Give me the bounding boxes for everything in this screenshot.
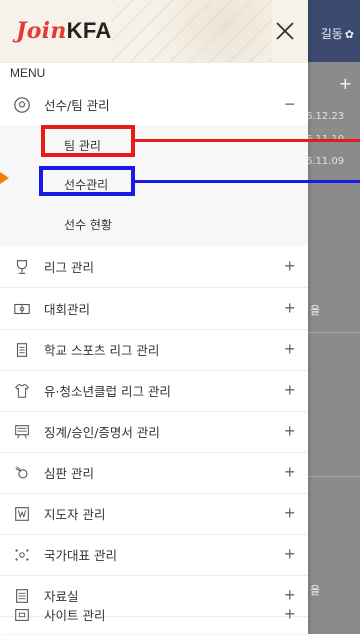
background-text: 을 [310, 304, 321, 317]
pitch-icon [12, 299, 32, 319]
menu-item-school-league[interactable]: 학교 스포츠 리그 관리 + [0, 329, 308, 371]
divider [308, 332, 360, 333]
menu-item-label: 심판 관리 [44, 466, 94, 481]
expand-icon[interactable]: + [284, 462, 295, 483]
expand-icon[interactable]: + [284, 503, 295, 524]
site-icon [12, 605, 32, 625]
menu-heading: MENU [10, 66, 46, 80]
trophy-icon [12, 257, 32, 277]
expand-icon[interactable]: + [284, 298, 295, 319]
plus-icon: + [338, 74, 352, 93]
whistle-icon [12, 463, 32, 483]
national-team-icon [12, 545, 32, 565]
board-icon [12, 422, 32, 442]
expand-icon[interactable]: + [284, 339, 295, 360]
red-connector-line [135, 139, 360, 142]
expand-icon[interactable]: + [284, 544, 295, 565]
team-management-highlight [41, 125, 135, 157]
side-drawer: JoinKFA MENU 선수/팀 관리 − 팀 관리 선수관리 선수 현황 리… [0, 0, 308, 634]
background-app: 길동✿ + 6.12.23 6.11.10 6.11.09 을 을 [306, 0, 360, 634]
background-date: 6.12.23 [306, 111, 345, 122]
background-text: 을 [310, 584, 321, 597]
expand-icon[interactable]: + [284, 256, 295, 277]
blue-connector-line [135, 180, 360, 183]
pointer-arrow-icon [0, 172, 9, 184]
expand-icon[interactable]: + [284, 380, 295, 401]
menu-item-national-team[interactable]: 국가대표 관리 + [0, 534, 308, 576]
menu-item-label: 선수/팀 관리 [44, 98, 110, 113]
menu-item-label: 징계/승인/증명서 관리 [44, 425, 160, 440]
menu-item-label: 지도자 관리 [44, 507, 106, 522]
background-date: 6.11.09 [306, 156, 345, 167]
background-user: 길동 ✿ [320, 27, 354, 41]
menu-item-competition[interactable]: 대회관리 + [0, 288, 308, 330]
jersey-icon [12, 381, 32, 401]
menu-item-label: 대회관리 [44, 302, 91, 317]
divider [308, 476, 360, 477]
menu-item-youth-club-league[interactable]: 유·청소년클럽 리그 관리 + [0, 370, 308, 412]
background-header: 길동 ✿ [308, 0, 360, 62]
school-icon [12, 340, 32, 360]
expand-icon[interactable]: + [284, 604, 295, 625]
joinkfa-logo[interactable]: JoinKFA [16, 18, 112, 44]
menu-item-discipline[interactable]: 징계/승인/증명서 관리 + [0, 411, 308, 453]
menu-item-label: 학교 스포츠 리그 관리 [44, 343, 160, 358]
header-pattern [112, 0, 272, 62]
expand-icon[interactable]: + [284, 421, 295, 442]
coach-icon [12, 504, 32, 524]
player-management-highlight [39, 166, 135, 196]
soccer-ball-icon [12, 95, 32, 115]
collapse-icon[interactable]: − [284, 94, 295, 115]
logo-join-text: Join [16, 18, 67, 44]
gear-icon: ✿ [344, 28, 354, 41]
menu-item-site[interactable]: 사이트 관리 + [0, 594, 308, 635]
close-icon[interactable] [274, 20, 296, 42]
menu-item-referee[interactable]: 심판 관리 + [0, 452, 308, 494]
menu-item-player-team[interactable]: 선수/팀 관리 − [0, 84, 308, 126]
submenu-item-player-status[interactable]: 선수 현황 [64, 216, 112, 233]
drawer-header: JoinKFA [0, 0, 308, 63]
menu-item-league[interactable]: 리그 관리 + [0, 246, 308, 288]
menu-item-label: 국가대표 관리 [44, 548, 117, 563]
background-body: + 6.12.23 6.11.10 6.11.09 을 을 [306, 62, 360, 634]
menu-item-label: 사이트 관리 [44, 608, 106, 623]
menu-item-coach[interactable]: 지도자 관리 + [0, 493, 308, 535]
menu-item-label: 리그 관리 [44, 260, 94, 275]
menu-item-label: 유·청소년클럽 리그 관리 [44, 384, 171, 399]
logo-kfa-text: KFA [66, 18, 112, 43]
